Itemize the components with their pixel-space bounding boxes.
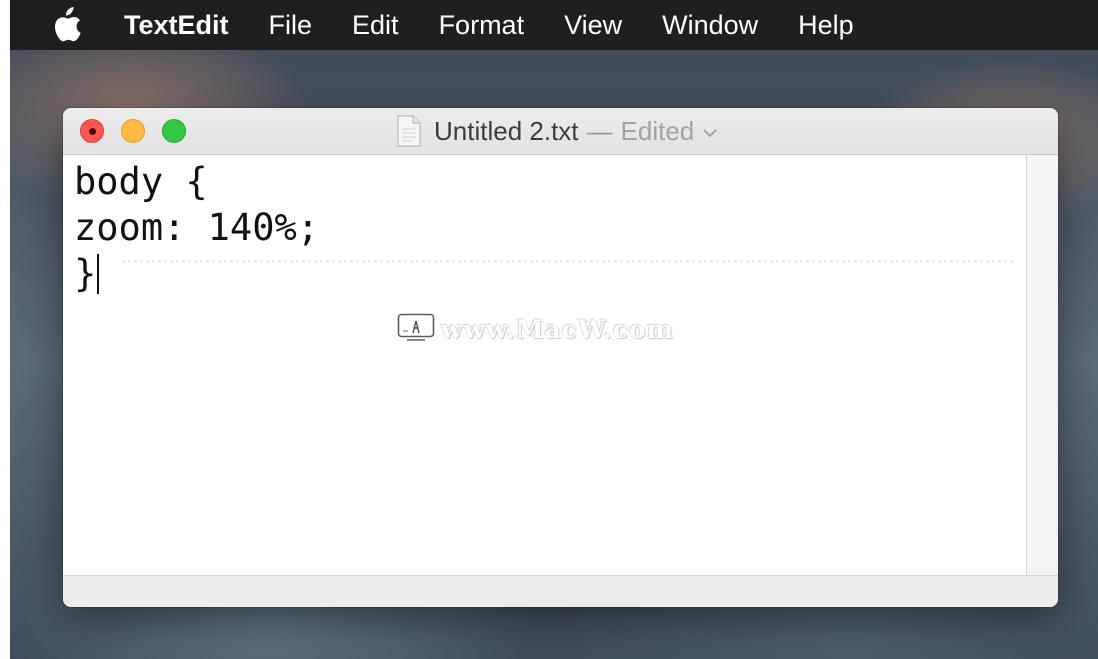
menu-format[interactable]: Format bbox=[439, 0, 525, 50]
menu-view[interactable]: View bbox=[564, 0, 622, 50]
text-line: } bbox=[74, 251, 319, 297]
menu-bar: TextEdit File Edit Format View Window He… bbox=[10, 0, 1098, 50]
title-separator: — bbox=[586, 115, 613, 146]
scroll-gutter[interactable] bbox=[1027, 155, 1058, 575]
text-line-content: body { bbox=[74, 160, 208, 203]
watermark: www.MacW.com bbox=[397, 313, 674, 345]
faint-dotted-line bbox=[123, 260, 1013, 263]
text-document-icon bbox=[397, 115, 421, 147]
window-title[interactable]: Untitled 2.txt — Edited bbox=[396, 108, 718, 154]
edited-status: Edited bbox=[620, 115, 695, 146]
document-name: Untitled 2.txt bbox=[434, 115, 579, 146]
document-text[interactable]: body { zoom: 140%; } bbox=[74, 159, 319, 297]
zoom-button[interactable] bbox=[162, 119, 186, 143]
monitor-logo-icon bbox=[397, 313, 435, 341]
text-editor[interactable]: body { zoom: 140%; } www.MacW.com bbox=[63, 155, 1027, 575]
menu-file[interactable]: File bbox=[269, 0, 313, 50]
title-bar[interactable]: Untitled 2.txt — Edited bbox=[63, 108, 1058, 155]
menu-edit[interactable]: Edit bbox=[352, 0, 399, 50]
text-line-content: } bbox=[74, 252, 97, 295]
chevron-down-icon[interactable] bbox=[702, 127, 718, 139]
close-button[interactable] bbox=[80, 119, 104, 143]
minimize-button[interactable] bbox=[121, 119, 145, 143]
menu-window[interactable]: Window bbox=[662, 0, 758, 50]
menu-app-name[interactable]: TextEdit bbox=[124, 0, 229, 50]
text-line-content: zoom: 140%; bbox=[74, 206, 320, 249]
desktop: TextEdit File Edit Format View Window He… bbox=[10, 0, 1098, 659]
menu-help[interactable]: Help bbox=[798, 0, 854, 50]
text-line: body { bbox=[74, 159, 319, 205]
textedit-window: Untitled 2.txt — Edited body { zoom: 140… bbox=[63, 108, 1058, 607]
text-line: zoom: 140%; bbox=[74, 205, 319, 251]
unsaved-dot-icon bbox=[89, 128, 96, 135]
apple-menu[interactable] bbox=[48, 7, 84, 43]
watermark-text: www.MacW.com bbox=[441, 314, 675, 344]
window-bottom-strip bbox=[63, 575, 1058, 607]
apple-logo-icon bbox=[54, 7, 81, 42]
text-cursor bbox=[97, 254, 100, 294]
